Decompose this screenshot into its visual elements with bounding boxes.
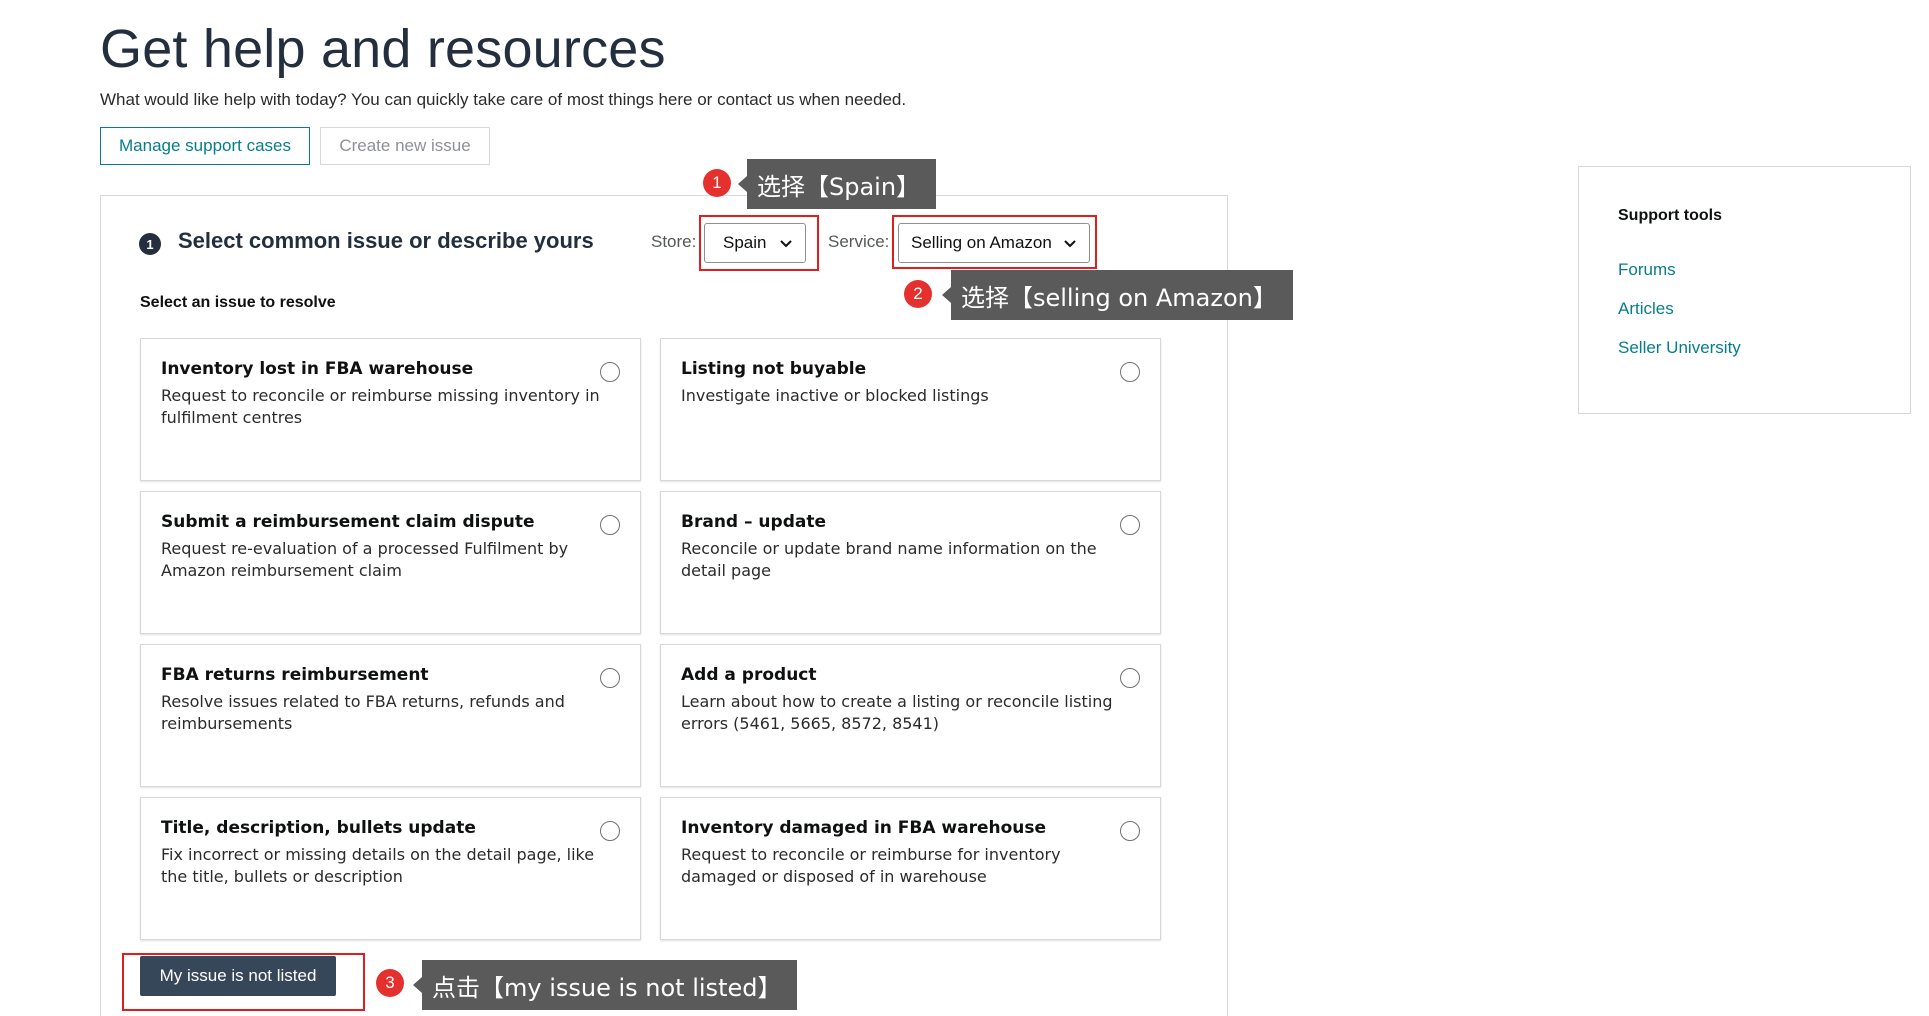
issue-radio[interactable]: [1120, 362, 1140, 382]
annotation-step-badge: 1: [703, 169, 731, 197]
issue-prompt: Select an issue to resolve: [140, 294, 336, 311]
issue-tile-description: Request to reconcile or reimburse missin…: [161, 386, 600, 427]
issue-tile[interactable]: Add a product Learn about how to create …: [660, 644, 1161, 787]
issue-radio[interactable]: [1120, 821, 1140, 841]
issue-radio[interactable]: [600, 515, 620, 535]
annotation-highlight-store: [699, 215, 819, 271]
issue-tile-title: Inventory lost in FBA warehouse: [161, 359, 474, 379]
issue-tile[interactable]: FBA returns reimbursement Resolve issues…: [140, 644, 641, 787]
issue-tile-description: Fix incorrect or missing details on the …: [161, 845, 595, 886]
issue-tile-description: Learn about how to create a listing or r…: [681, 692, 1113, 733]
issue-radio[interactable]: [1120, 668, 1140, 688]
issue-tile[interactable]: Listing not buyable Investigate inactive…: [660, 338, 1161, 481]
manage-support-cases-button[interactable]: Manage support cases: [100, 127, 310, 165]
issue-tile-title: Listing not buyable: [681, 359, 867, 379]
issue-radio[interactable]: [600, 668, 620, 688]
annotation-callout: 点击【my issue is not listed】: [412, 960, 798, 1010]
step-number-badge: 1: [139, 233, 161, 255]
page-title: Get help and resources: [100, 19, 666, 79]
forums-link[interactable]: Forums: [1618, 260, 1676, 280]
issue-tile-description: Request re-evaluation of a processed Ful…: [161, 539, 569, 580]
annotation-callout: 选择【Spain】: [737, 159, 937, 209]
issue-tile-title: FBA returns reimbursement: [161, 665, 429, 685]
issue-tile[interactable]: Submit a reimbursement claim dispute Req…: [140, 491, 641, 634]
support-tools-panel: [1578, 166, 1911, 414]
issue-tile-description: Investigate inactive or blocked listings: [681, 386, 989, 405]
issue-tile-title: Inventory damaged in FBA warehouse: [681, 818, 1047, 838]
issue-tile[interactable]: Brand – update Reconcile or update brand…: [660, 491, 1161, 634]
issue-tile-title: Add a product: [681, 665, 817, 685]
issue-radio[interactable]: [1120, 515, 1140, 535]
annotation-highlight-service: [892, 215, 1097, 269]
section-title: Select common issue or describe yours: [178, 228, 594, 253]
support-tools-title: Support tools: [1618, 207, 1722, 224]
annotation-highlight-not-listed: [122, 953, 365, 1011]
issue-tile-title: Submit a reimbursement claim dispute: [161, 512, 535, 532]
store-label: Store:: [651, 232, 697, 251]
seller-university-link[interactable]: Seller University: [1618, 338, 1741, 358]
issue-radio[interactable]: [600, 821, 620, 841]
page-subtitle: What would like help with today? You can…: [100, 90, 907, 109]
annotation-step-badge: 3: [376, 969, 404, 997]
issue-tile-description: Resolve issues related to FBA returns, r…: [161, 692, 565, 733]
issue-tile[interactable]: Inventory lost in FBA warehouse Request …: [140, 338, 641, 481]
issue-tile-description: Reconcile or update brand name informati…: [681, 539, 1097, 580]
issue-tile-title: Title, description, bullets update: [161, 818, 476, 838]
issue-tile[interactable]: Title, description, bullets update Fix i…: [140, 797, 641, 940]
annotation-callout: 选择【selling on Amazon】: [942, 270, 1293, 320]
articles-link[interactable]: Articles: [1618, 299, 1674, 319]
issue-tile-description: Request to reconcile or reimburse for in…: [681, 845, 1061, 886]
annotation-step-badge: 2: [904, 280, 932, 308]
issue-tile[interactable]: Inventory damaged in FBA warehouse Reque…: [660, 797, 1161, 940]
issue-tile-title: Brand – update: [681, 512, 826, 532]
create-new-issue-button[interactable]: Create new issue: [320, 127, 490, 165]
service-label: Service:: [828, 232, 890, 251]
issue-radio[interactable]: [600, 362, 620, 382]
